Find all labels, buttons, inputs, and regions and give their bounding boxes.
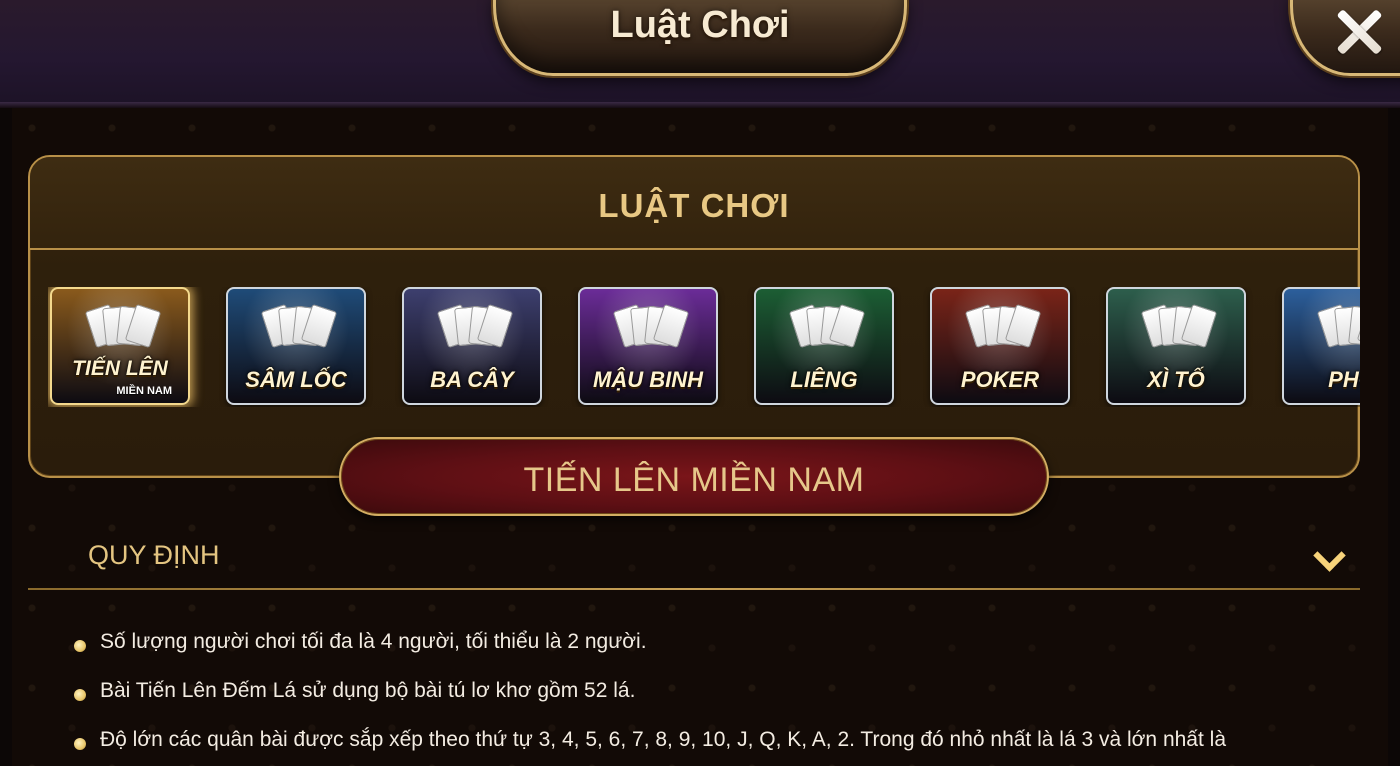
bullet-icon <box>74 689 86 701</box>
game-tile[interactable]: LIÊNG <box>754 287 894 405</box>
rule-text: Bài Tiến Lên Đếm Lá sử dụng bộ bài tú lơ… <box>100 679 636 702</box>
playing-cards-icon <box>1140 303 1218 351</box>
selected-game-banner: TIẾN LÊN MIỀN NAM <box>339 437 1049 516</box>
playing-cards-icon <box>436 303 514 351</box>
rules-list: Số lượng người chơi tối đa là 4 người, t… <box>74 630 1374 766</box>
game-tile-label: SÂM LỐC <box>245 367 347 392</box>
rule-item: Bài Tiến Lên Đếm Lá sử dụng bộ bài tú lơ… <box>74 679 1374 728</box>
window-title: Luật Chơi <box>610 4 790 46</box>
game-selector[interactable]: TIẾN LÊN MIỀN NAM SÂM LỐC BA CÂY MẬU BINH LIÊ… <box>48 287 1360 407</box>
close-icon[interactable] <box>1333 6 1385 58</box>
playing-cards-icon <box>1316 303 1360 351</box>
game-tile[interactable]: XÌ TỐ <box>1106 287 1246 405</box>
section-divider <box>28 588 1360 590</box>
rules-panel: LUẬT CHƠI TIẾN LÊN MIỀN NAM SÂM LỐC BA CÂY M… <box>28 155 1360 478</box>
playing-cards-icon <box>260 303 338 351</box>
bullet-icon <box>74 640 86 652</box>
game-tile-label: TIẾN LÊN <box>72 357 168 380</box>
bullet-icon <box>74 738 86 750</box>
game-tile-label: POKER <box>960 367 1040 392</box>
game-tile-label: MẬU BINH <box>593 367 703 392</box>
rule-item: Số lượng người chơi tối đa là 4 người, t… <box>74 630 1374 679</box>
rule-item: Độ lớn các quân bài được sắp xếp theo th… <box>74 728 1374 766</box>
playing-cards-icon <box>788 303 866 351</box>
game-tile[interactable]: MẬU BINH <box>578 287 718 405</box>
rule-text: Độ lớn các quân bài được sắp xếp theo th… <box>100 728 1226 751</box>
game-tile-label: LIÊNG <box>790 367 858 392</box>
game-tile[interactable]: BA CÂY <box>402 287 542 405</box>
playing-cards-icon <box>84 303 162 351</box>
rules-panel-header: LUẬT CHƠI <box>30 157 1358 250</box>
selected-game-title: TIẾN LÊN MIỀN NAM <box>523 461 865 499</box>
playing-cards-icon <box>612 303 690 351</box>
playing-cards-icon <box>964 303 1042 351</box>
chevron-down-icon[interactable] <box>1312 544 1348 574</box>
title-plate: Luật Chơi <box>493 0 907 76</box>
game-tile[interactable]: TIẾN LÊN MIỀN NAM <box>50 287 190 405</box>
game-tile-label: BA CÂY <box>430 367 514 392</box>
game-tile[interactable]: POKER <box>930 287 1070 405</box>
game-tile[interactable]: SÂM LỐC <box>226 287 366 405</box>
game-tile[interactable]: PHỎ <box>1282 287 1360 405</box>
game-tile-label: XÌ TỐ <box>1147 367 1205 392</box>
rule-text: Số lượng người chơi tối đa là 4 người, t… <box>100 630 647 653</box>
game-tile-label: PHỎ <box>1328 367 1360 392</box>
section-title[interactable]: QUY ĐỊNH <box>88 540 220 571</box>
game-tile-sublabel: MIỀN NAM <box>116 385 172 397</box>
rules-heading: LUẬT CHƠI <box>598 187 790 224</box>
